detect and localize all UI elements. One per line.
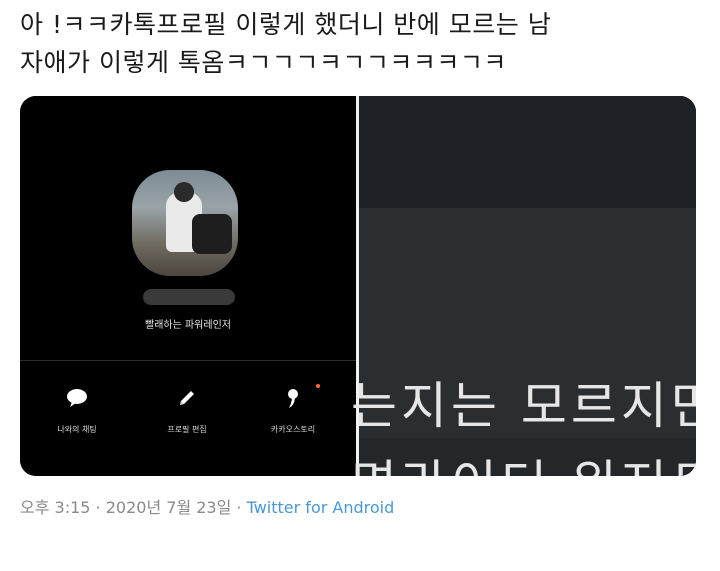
chat-with-me-label: 나와의 채팅 — [57, 425, 97, 434]
kakaostory-label: 카카오스토리 — [270, 425, 316, 434]
video-top-area — [359, 96, 696, 208]
video-frame: 는지는 모르지만 면라이더 위저드 — [351, 96, 696, 476]
kakaostory-button[interactable]: 카카오스토리 — [248, 386, 338, 435]
tweet-time[interactable]: 오후 3:15 — [20, 498, 90, 517]
profile-avatar — [132, 170, 238, 276]
pencil-icon — [142, 386, 232, 410]
meta-separator: · — [90, 498, 106, 517]
tweet-source-link[interactable]: Twitter for Android — [247, 498, 395, 517]
subtitle-line-2: 면라이더 위저드 — [351, 444, 696, 476]
tweet-media[interactable]: 빨래하는 파워레인저 나와의 채팅 프로필 편집 카카오스토리 는지는 모르지만 — [20, 96, 696, 476]
tweet-text: 아 !ㅋㅋ카톡프로필 이렇게 했더니 반에 모르는 남 자애가 이렇게 톡옴ㅋㄱ… — [20, 10, 552, 77]
kakaostory-icon — [248, 386, 338, 410]
edit-profile-button[interactable]: 프로필 편집 — [142, 386, 232, 435]
subtitle-band: 는지는 모르지만 면라이더 위저드 — [351, 208, 696, 476]
chat-bubble-icon — [32, 386, 122, 410]
profile-status-message: 빨래하는 파워레인저 — [145, 320, 231, 331]
kakao-profile-screenshot: 빨래하는 파워레인저 나와의 채팅 프로필 편집 카카오스토리 — [20, 96, 356, 476]
profile-divider — [20, 360, 356, 361]
meta-separator: · — [231, 498, 247, 517]
tweet-date[interactable]: 2020년 7월 23일 — [106, 498, 232, 517]
subtitle-line-1: 는지는 모르지만 — [351, 377, 696, 435]
edit-profile-label: 프로필 편집 — [167, 425, 207, 434]
new-notification-dot — [316, 384, 320, 388]
blurred-profile-name — [143, 289, 235, 305]
tweet-meta: 오후 3:15 · 2020년 7월 23일 · Twitter for And… — [20, 494, 394, 518]
chat-with-me-button[interactable]: 나와의 채팅 — [32, 386, 122, 435]
